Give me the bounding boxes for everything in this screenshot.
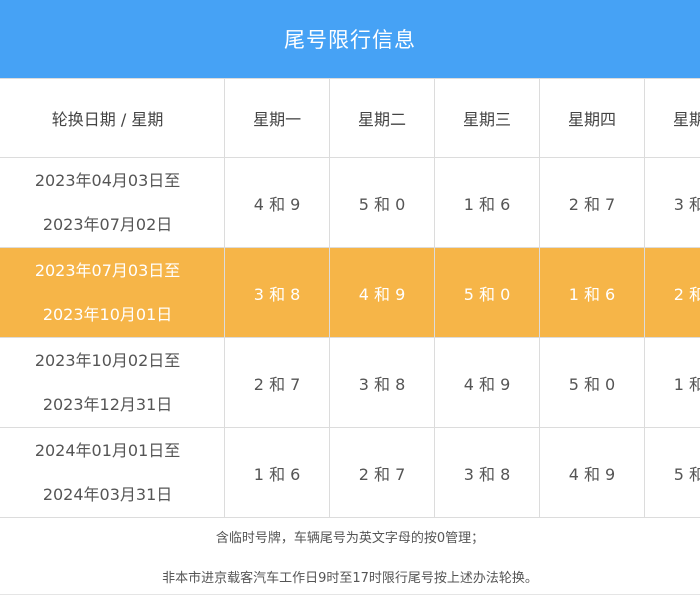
plate-cell: 2 和 7 xyxy=(224,337,331,428)
page-title: 尾号限行信息 xyxy=(0,0,700,78)
plate-cell: 1 和 6 xyxy=(539,247,645,338)
plate-cell: 2 和 7 xyxy=(329,427,436,518)
header-wednesday: 星期三 xyxy=(434,78,540,158)
restriction-page: 尾号限行信息 轮换日期 / 星期 星期一 星期二 星期三 星期四 星期五 202… xyxy=(0,0,700,600)
period-end: 2023年10月01日 xyxy=(42,304,173,324)
divider xyxy=(0,594,700,595)
table-row: 2023年04月03日至 2023年07月02日 4 和 9 5 和 0 1 和… xyxy=(0,157,700,248)
plate-cell: 3 和 8 xyxy=(224,247,331,338)
header-thursday: 星期四 xyxy=(539,78,645,158)
plate-cell: 3 和 8 xyxy=(434,427,540,518)
period-cell: 2023年07月03日至 2023年10月01日 xyxy=(0,247,226,338)
table-header-row: 轮换日期 / 星期 星期一 星期二 星期三 星期四 星期五 xyxy=(0,78,700,158)
plate-cell: 3 和 8 xyxy=(329,337,436,428)
period-start: 2023年07月03日至 xyxy=(34,260,181,280)
plate-cell: 1 和 6 xyxy=(434,157,540,248)
header-friday: 星期五 xyxy=(643,78,700,158)
plate-cell: 5 和 0 xyxy=(539,337,645,428)
plate-cell: 4 和 9 xyxy=(434,337,540,428)
header-period: 轮换日期 / 星期 xyxy=(0,78,226,158)
restriction-table: 轮换日期 / 星期 星期一 星期二 星期三 星期四 星期五 2023年04月03… xyxy=(0,78,700,518)
table-row: 2023年10月02日至 2023年12月31日 2 和 7 3 和 8 4 和… xyxy=(0,337,700,428)
plate-cell: 4 和 9 xyxy=(539,427,645,518)
period-cell: 2024年01月01日至 2024年03月31日 xyxy=(0,427,226,518)
note-line: 非本市进京载客汽车工作日9时至17时限行尾号按上述办法轮换。 xyxy=(162,571,538,586)
plate-cell: 1 和 6 xyxy=(224,427,331,518)
header-monday: 星期一 xyxy=(224,78,331,158)
period-cell: 2023年10月02日至 2023年12月31日 xyxy=(0,337,226,428)
period-start: 2023年10月02日至 xyxy=(34,350,181,370)
notes: 含临时号牌，车辆尾号为英文字母的按0管理； 非本市进京载客汽车工作日9时至17时… xyxy=(0,515,700,600)
note-line: 含临时号牌，车辆尾号为英文字母的按0管理； xyxy=(215,531,485,546)
plate-cell: 1 和 6 xyxy=(643,337,700,428)
plate-cell: 2 和 7 xyxy=(539,157,645,248)
header-tuesday: 星期二 xyxy=(329,78,436,158)
period-end: 2023年12月31日 xyxy=(42,394,173,414)
table-row: 2024年01月01日至 2024年03月31日 1 和 6 2 和 7 3 和… xyxy=(0,427,700,518)
plate-cell: 4 和 9 xyxy=(224,157,331,248)
plate-cell: 2 和 7 xyxy=(643,247,700,338)
plate-cell: 3 和 8 xyxy=(643,157,700,248)
period-cell: 2023年04月03日至 2023年07月02日 xyxy=(0,157,226,248)
period-end: 2023年07月02日 xyxy=(42,214,173,234)
plate-cell: 5 和 0 xyxy=(329,157,436,248)
table-row: 2023年07月03日至 2023年10月01日 3 和 8 4 和 9 5 和… xyxy=(0,247,700,338)
plate-cell: 5 和 0 xyxy=(643,427,700,518)
period-end: 2024年03月31日 xyxy=(42,484,173,504)
period-start: 2023年04月03日至 xyxy=(34,170,181,190)
period-start: 2024年01月01日至 xyxy=(34,440,181,460)
plate-cell: 5 和 0 xyxy=(434,247,540,338)
plate-cell: 4 和 9 xyxy=(329,247,436,338)
